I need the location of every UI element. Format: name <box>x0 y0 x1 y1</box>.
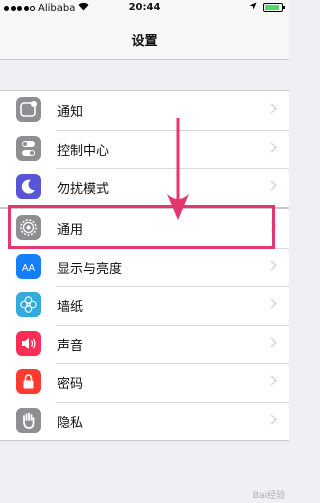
settings-item-label: 控制中心 <box>57 143 110 159</box>
status-time: 20:44 <box>128 2 161 13</box>
settings-item-wallpaper[interactable]: 墙纸 <box>0 286 289 325</box>
chevron-right-icon <box>266 375 277 386</box>
settings-item-control-center[interactable]: 控制中心 <box>0 129 289 169</box>
chevron-right-icon <box>266 142 277 152</box>
settings-item-display-brightness[interactable]: AA 显示与亮度 <box>0 247 289 287</box>
status-bar: Alibaba 20:44 <box>0 0 289 18</box>
settings-item-notifications[interactable]: 通知 <box>0 91 289 130</box>
settings-item-general[interactable]: 通用 <box>0 209 289 248</box>
settings-item-label: 密码 <box>57 377 84 392</box>
settings-item-label: 声音 <box>57 338 84 354</box>
settings-group-1: 通知 控制中心 勿扰模式 <box>0 90 289 208</box>
moon-icon <box>16 174 41 199</box>
settings-item-label: 勿扰模式 <box>57 182 110 197</box>
settings-item-label: 显示与亮度 <box>57 261 123 277</box>
location-arrow-icon <box>249 2 257 13</box>
control-center-icon <box>16 135 41 161</box>
battery-icon <box>263 3 285 12</box>
settings-item-label: 隐私 <box>57 415 84 431</box>
navigation-bar: 设置 <box>0 18 289 60</box>
chevron-right-icon <box>266 414 277 424</box>
settings-item-label: 通知 <box>57 105 84 120</box>
wallpaper-icon <box>16 292 41 317</box>
gear-icon <box>16 215 41 240</box>
display-brightness-icon: AA <box>16 253 41 279</box>
settings-item-sounds[interactable]: 声音 <box>0 324 289 364</box>
chevron-right-icon <box>266 103 277 114</box>
lock-icon <box>16 369 41 394</box>
settings-item-label: 墙纸 <box>57 300 84 315</box>
chevron-right-icon <box>266 260 277 270</box>
chevron-right-icon <box>266 180 277 191</box>
settings-item-do-not-disturb[interactable]: 勿扰模式 <box>0 168 289 207</box>
chevron-right-icon <box>266 337 277 347</box>
watermark: Bai经验 <box>252 491 285 501</box>
svg-text:AA: AA <box>22 263 36 274</box>
page-title: 设置 <box>131 34 158 49</box>
speaker-icon <box>16 330 41 356</box>
settings-item-passcode[interactable]: 密码 <box>0 363 289 402</box>
settings-group-2: 通用 AA 显示与亮度 墙纸 声音 密码 隐私 <box>0 208 289 441</box>
chevron-right-icon <box>266 221 277 232</box>
hand-icon <box>16 407 41 433</box>
notifications-icon <box>16 97 41 122</box>
chevron-right-icon <box>266 298 277 309</box>
settings-item-label: 通用 <box>57 223 84 238</box>
settings-item-privacy[interactable]: 隐私 <box>0 401 289 441</box>
